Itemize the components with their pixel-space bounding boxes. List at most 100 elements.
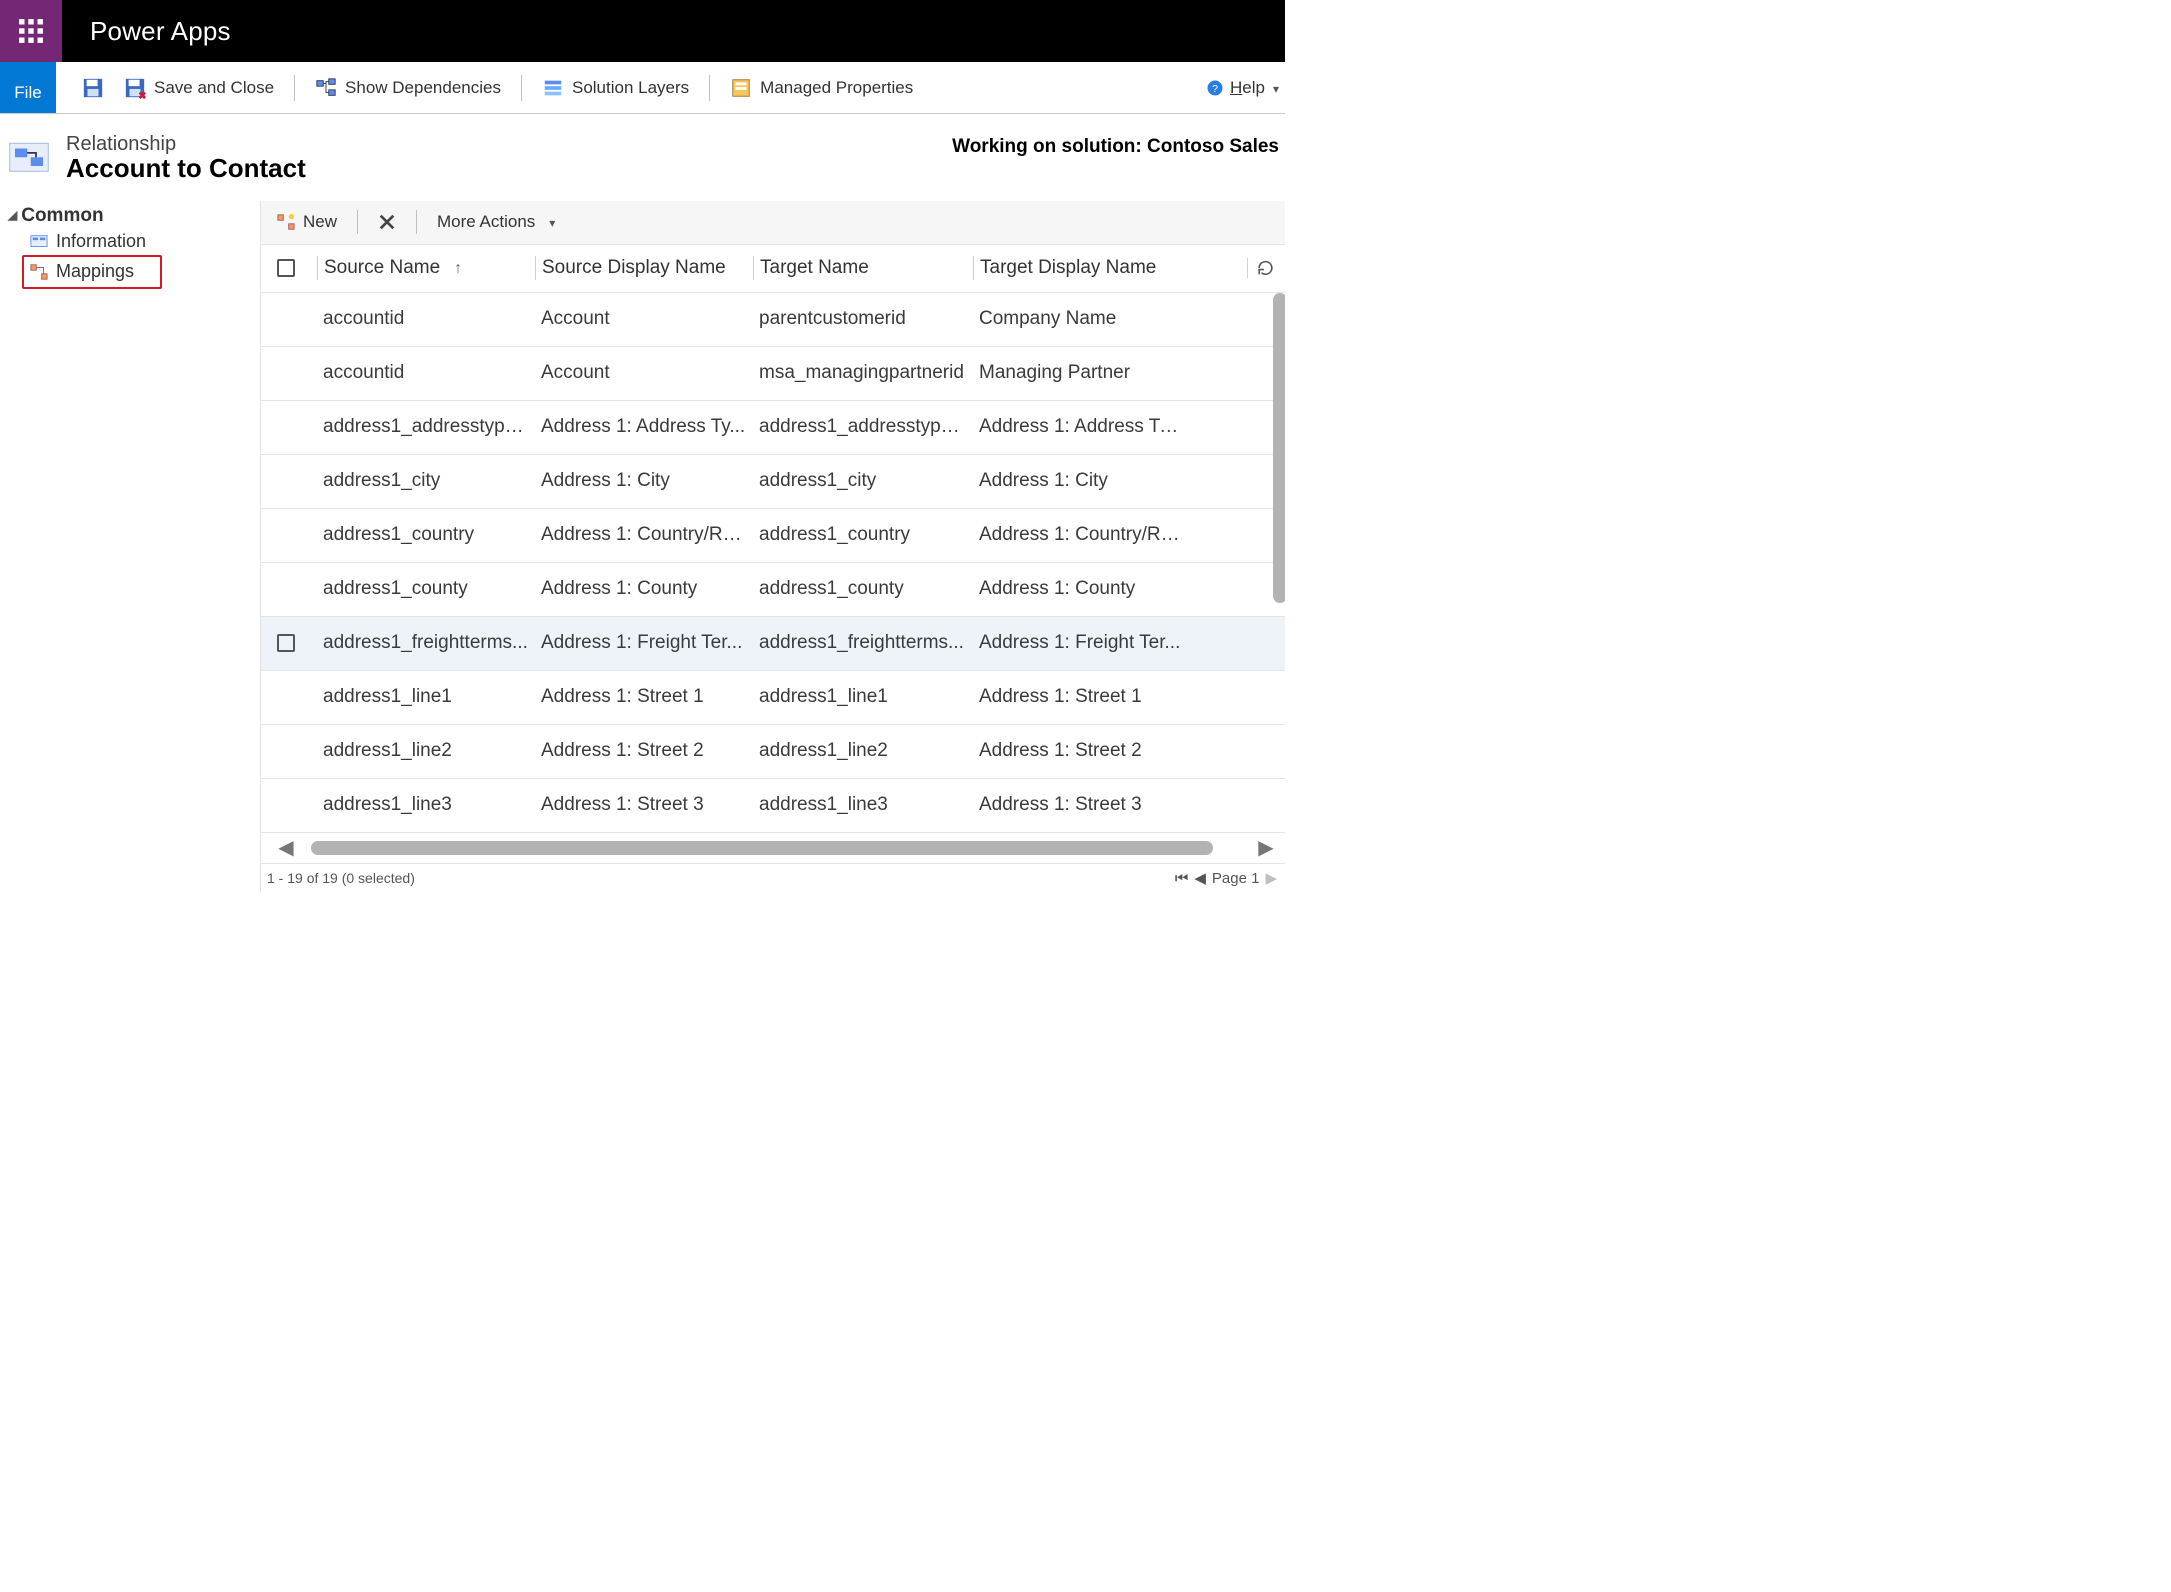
relationship-icon — [8, 138, 50, 180]
caret-down-icon: ◢ — [8, 209, 17, 221]
save-and-close-button[interactable]: Save and Close — [114, 71, 284, 105]
vertical-scrollbar-thumb[interactable] — [1273, 293, 1285, 603]
file-menu-button[interactable]: File — [0, 62, 56, 113]
col-header-source-display-name[interactable]: Source Display Name — [535, 256, 753, 280]
cell-target-display-name: Address 1: Country/Re... — [973, 524, 1189, 546]
hscroll-thumb[interactable] — [311, 841, 1213, 855]
app-launcher-button[interactable] — [0, 0, 62, 62]
cell-target-display-name: Address 1: Freight Ter... — [973, 632, 1189, 654]
cell-target-name: address1_line3 — [753, 794, 973, 816]
cell-target-name: address1_line2 — [753, 740, 973, 762]
table-row[interactable]: accountidAccountmsa_managingpartneridMan… — [261, 347, 1285, 401]
table-row[interactable]: address1_line2Address 1: Street 2address… — [261, 725, 1285, 779]
mappings-grid-area: New More Actions Source Name Source Disp… — [260, 201, 1285, 893]
horizontal-scrollbar: ◀ ▶ — [261, 833, 1285, 863]
cell-target-display-name: Address 1: Street 2 — [973, 740, 1189, 762]
col-header-target-name[interactable]: Target Name — [753, 256, 973, 280]
page-title: Account to Contact — [66, 154, 306, 183]
help-label: Help — [1230, 78, 1265, 98]
col-header-target-display-name[interactable]: Target Display Name — [973, 256, 1189, 280]
more-actions-button[interactable]: More Actions — [429, 206, 563, 238]
pager-page-label: Page 1 — [1212, 870, 1260, 887]
cell-target-display-name: Address 1: Street 1 — [973, 686, 1189, 708]
solution-layers-label: Solution Layers — [572, 78, 689, 98]
record-count-label: 1 - 19 of 19 (0 selected) — [267, 870, 415, 886]
refresh-button[interactable] — [1247, 258, 1275, 278]
sort-asc-icon — [448, 257, 462, 279]
help-button[interactable]: ? Help — [1206, 78, 1279, 98]
pager-prev-button[interactable]: ◀ — [1194, 869, 1206, 887]
new-button-label: New — [303, 212, 337, 232]
hscroll-left-button[interactable]: ◀ — [277, 835, 295, 860]
table-row[interactable]: address1_addresstype...Address 1: Addres… — [261, 401, 1285, 455]
cell-target-name: address1_county — [753, 578, 973, 600]
table-row[interactable]: address1_countryAddress 1: Country/Re...… — [261, 509, 1285, 563]
nav-item-information[interactable]: Information — [8, 227, 260, 257]
waffle-icon — [18, 18, 44, 44]
ribbon-toolbar: File Save and Close — [0, 62, 1285, 114]
delete-button[interactable] — [370, 206, 404, 238]
save-icon — [82, 77, 104, 99]
cell-source-display-name: Address 1: City — [535, 470, 753, 492]
grid-body: accountidAccountparentcustomeridCompany … — [261, 293, 1285, 833]
table-row[interactable]: accountidAccountparentcustomeridCompany … — [261, 293, 1285, 347]
new-button[interactable]: New — [269, 206, 345, 238]
cell-source-name: accountid — [317, 362, 535, 384]
cell-source-display-name: Address 1: Street 3 — [535, 794, 753, 816]
cell-target-display-name: Managing Partner — [973, 362, 1189, 384]
row-checkbox[interactable] — [277, 634, 317, 652]
ribbon-separator — [521, 75, 522, 101]
hscroll-track[interactable] — [301, 841, 1251, 855]
save-close-icon — [124, 77, 146, 99]
pager: ⏮ ◀ Page 1 ▶ — [1175, 869, 1277, 887]
pager-first-button[interactable]: ⏮ — [1175, 870, 1189, 887]
show-dependencies-button[interactable]: Show Dependencies — [305, 71, 511, 105]
cell-target-display-name: Address 1: Street 3 — [973, 794, 1189, 816]
managed-properties-button[interactable]: Managed Properties — [720, 71, 923, 105]
header-subtitle: Relationship — [66, 134, 306, 154]
app-title: Power Apps — [62, 0, 231, 62]
grid-status-bar: 1 - 19 of 19 (0 selected) ⏮ ◀ Page 1 ▶ — [261, 863, 1285, 893]
table-row[interactable]: address1_cityAddress 1: Cityaddress1_cit… — [261, 455, 1285, 509]
nav-item-mappings[interactable]: Mappings — [8, 257, 260, 287]
solution-layers-button[interactable]: Solution Layers — [532, 71, 699, 105]
pager-next-button[interactable]: ▶ — [1265, 869, 1277, 887]
cell-target-name: address1_city — [753, 470, 973, 492]
table-row[interactable]: address1_freightterms...Address 1: Freig… — [261, 617, 1285, 671]
col-header-source-name[interactable]: Source Name — [317, 256, 535, 280]
cell-source-name: address1_city — [317, 470, 535, 492]
delete-icon — [378, 213, 396, 231]
new-icon — [277, 213, 295, 231]
save-and-close-label: Save and Close — [154, 78, 274, 98]
table-row[interactable]: address1_line3Address 1: Street 3address… — [261, 779, 1285, 833]
table-row[interactable]: address1_line1Address 1: Street 1address… — [261, 671, 1285, 725]
cell-target-name: address1_country — [753, 524, 973, 546]
ribbon-separator — [709, 75, 710, 101]
solution-context: Working on solution: Contoso Sales — [952, 134, 1279, 158]
select-all-checkbox[interactable] — [277, 259, 317, 277]
cell-source-name: address1_country — [317, 524, 535, 546]
cell-source-display-name: Account — [535, 308, 753, 330]
cell-source-display-name: Account — [535, 362, 753, 384]
main-split: ◢ Common Information Mappings — [0, 201, 1285, 893]
properties-icon — [730, 77, 752, 99]
nav-group-common[interactable]: ◢ Common — [8, 205, 260, 227]
nav-item-label: Mappings — [56, 261, 134, 282]
cell-source-name: address1_addresstype... — [317, 416, 535, 438]
cell-target-display-name: Address 1: City — [973, 470, 1189, 492]
info-form-icon — [30, 233, 48, 251]
cell-target-name: address1_line1 — [753, 686, 973, 708]
cell-source-name: address1_line3 — [317, 794, 535, 816]
cell-source-display-name: Address 1: Street 2 — [535, 740, 753, 762]
cell-source-display-name: Address 1: Freight Ter... — [535, 632, 753, 654]
cell-source-name: address1_county — [317, 578, 535, 600]
toolbar-separator — [357, 210, 358, 234]
grid-header-row: Source Name Source Display Name Target N… — [261, 245, 1285, 293]
nav-item-label: Information — [56, 231, 146, 252]
cell-target-name: address1_addresstype... — [753, 416, 973, 438]
cell-source-display-name: Address 1: Address Ty... — [535, 416, 753, 438]
cell-target-name: parentcustomerid — [753, 308, 973, 330]
hscroll-right-button[interactable]: ▶ — [1257, 835, 1275, 860]
table-row[interactable]: address1_countyAddress 1: Countyaddress1… — [261, 563, 1285, 617]
save-button[interactable] — [72, 71, 114, 105]
